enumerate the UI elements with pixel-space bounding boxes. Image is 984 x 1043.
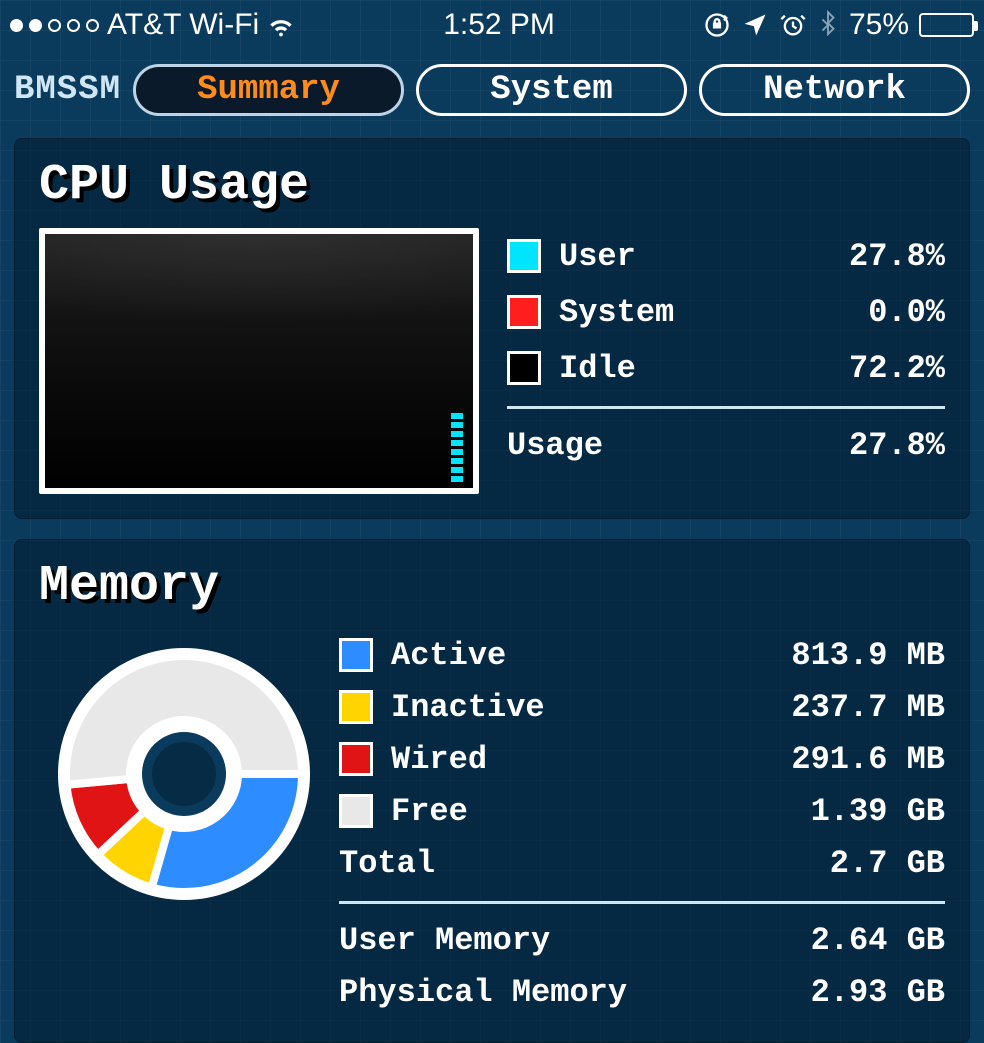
cpu-usage-graph bbox=[39, 228, 479, 494]
legend-label: Inactive bbox=[391, 689, 735, 726]
app-label: BMSSM bbox=[14, 71, 121, 109]
memory-panel: Memory Active 813.9 MB Inactive 237.7 MB… bbox=[14, 539, 970, 1043]
cpu-panel-title: CPU Usage bbox=[39, 157, 945, 214]
legend-value: 813.9 MB bbox=[735, 637, 945, 674]
alarm-icon bbox=[779, 11, 807, 39]
cpu-legend-idle: Idle 72.2% bbox=[507, 340, 945, 396]
mem-legend-total: Total 2.7 GB bbox=[339, 837, 945, 889]
legend-value: 1.39 GB bbox=[735, 793, 945, 830]
swatch-user bbox=[507, 239, 541, 273]
mem-user-memory: User Memory 2.64 GB bbox=[339, 914, 945, 966]
mem-legend-wired: Wired 291.6 MB bbox=[339, 733, 945, 785]
swatch-system bbox=[507, 295, 541, 329]
signal-strength-icon bbox=[10, 19, 99, 32]
legend-label: Free bbox=[391, 793, 735, 830]
divider bbox=[339, 901, 945, 904]
tab-label: Summary bbox=[197, 71, 340, 109]
status-time: 1:52 PM bbox=[295, 8, 703, 42]
swatch-free bbox=[339, 794, 373, 828]
extra-label: User Memory bbox=[339, 922, 735, 959]
cpu-usage-total: Usage 27.8% bbox=[507, 417, 945, 473]
mem-legend-free: Free 1.39 GB bbox=[339, 785, 945, 837]
battery-icon bbox=[919, 13, 974, 37]
cpu-legend-system: System 0.0% bbox=[507, 284, 945, 340]
legend-label: User bbox=[559, 238, 795, 275]
total-value: 2.7 GB bbox=[735, 845, 945, 882]
legend-label: Idle bbox=[559, 350, 795, 387]
donut-svg bbox=[49, 639, 319, 909]
usage-value: 27.8% bbox=[795, 427, 945, 464]
rotation-lock-icon bbox=[703, 11, 731, 39]
swatch-idle bbox=[507, 351, 541, 385]
swatch-wired bbox=[339, 742, 373, 776]
legend-value: 27.8% bbox=[795, 238, 945, 275]
cpu-usage-panel: CPU Usage User 27.8% System 0.0% Idle bbox=[14, 138, 970, 519]
carrier-label: AT&T Wi-Fi bbox=[107, 8, 259, 42]
memory-legend: Active 813.9 MB Inactive 237.7 MB Wired … bbox=[339, 629, 945, 1018]
status-right: 75% bbox=[703, 8, 974, 42]
total-label: Total bbox=[339, 845, 735, 882]
swatch-active bbox=[339, 638, 373, 672]
extra-label: Physical Memory bbox=[339, 974, 735, 1011]
bluetooth-icon bbox=[817, 10, 839, 40]
legend-label: System bbox=[559, 294, 795, 331]
mem-legend-active: Active 813.9 MB bbox=[339, 629, 945, 681]
legend-label: Active bbox=[391, 637, 735, 674]
tab-summary[interactable]: Summary bbox=[133, 64, 404, 116]
legend-label: Wired bbox=[391, 741, 735, 778]
status-left: AT&T Wi-Fi bbox=[10, 8, 295, 42]
tab-label: System bbox=[490, 71, 612, 109]
legend-value: 291.6 MB bbox=[735, 741, 945, 778]
legend-value: 237.7 MB bbox=[735, 689, 945, 726]
legend-value: 0.0% bbox=[795, 294, 945, 331]
swatch-inactive bbox=[339, 690, 373, 724]
location-icon bbox=[741, 11, 769, 39]
cpu-legend-user: User 27.8% bbox=[507, 228, 945, 284]
tab-label: Network bbox=[763, 71, 906, 109]
legend-value: 72.2% bbox=[795, 350, 945, 387]
cpu-graph-bar bbox=[451, 413, 463, 482]
mem-legend-inactive: Inactive 237.7 MB bbox=[339, 681, 945, 733]
battery-percent: 75% bbox=[849, 8, 909, 42]
tab-network[interactable]: Network bbox=[699, 64, 970, 116]
memory-donut-chart bbox=[39, 629, 329, 909]
usage-label: Usage bbox=[507, 427, 795, 464]
tabs-row: BMSSM Summary System Network bbox=[0, 50, 984, 138]
status-bar: AT&T Wi-Fi 1:52 PM 75% bbox=[0, 0, 984, 50]
cpu-legend: User 27.8% System 0.0% Idle 72.2% Usage … bbox=[507, 228, 945, 494]
mem-physical-memory: Physical Memory 2.93 GB bbox=[339, 966, 945, 1018]
divider bbox=[507, 406, 945, 409]
tab-system[interactable]: System bbox=[416, 64, 687, 116]
extra-value: 2.93 GB bbox=[735, 974, 945, 1011]
memory-panel-title: Memory bbox=[39, 558, 945, 615]
extra-value: 2.64 GB bbox=[735, 922, 945, 959]
wifi-icon bbox=[267, 11, 295, 39]
